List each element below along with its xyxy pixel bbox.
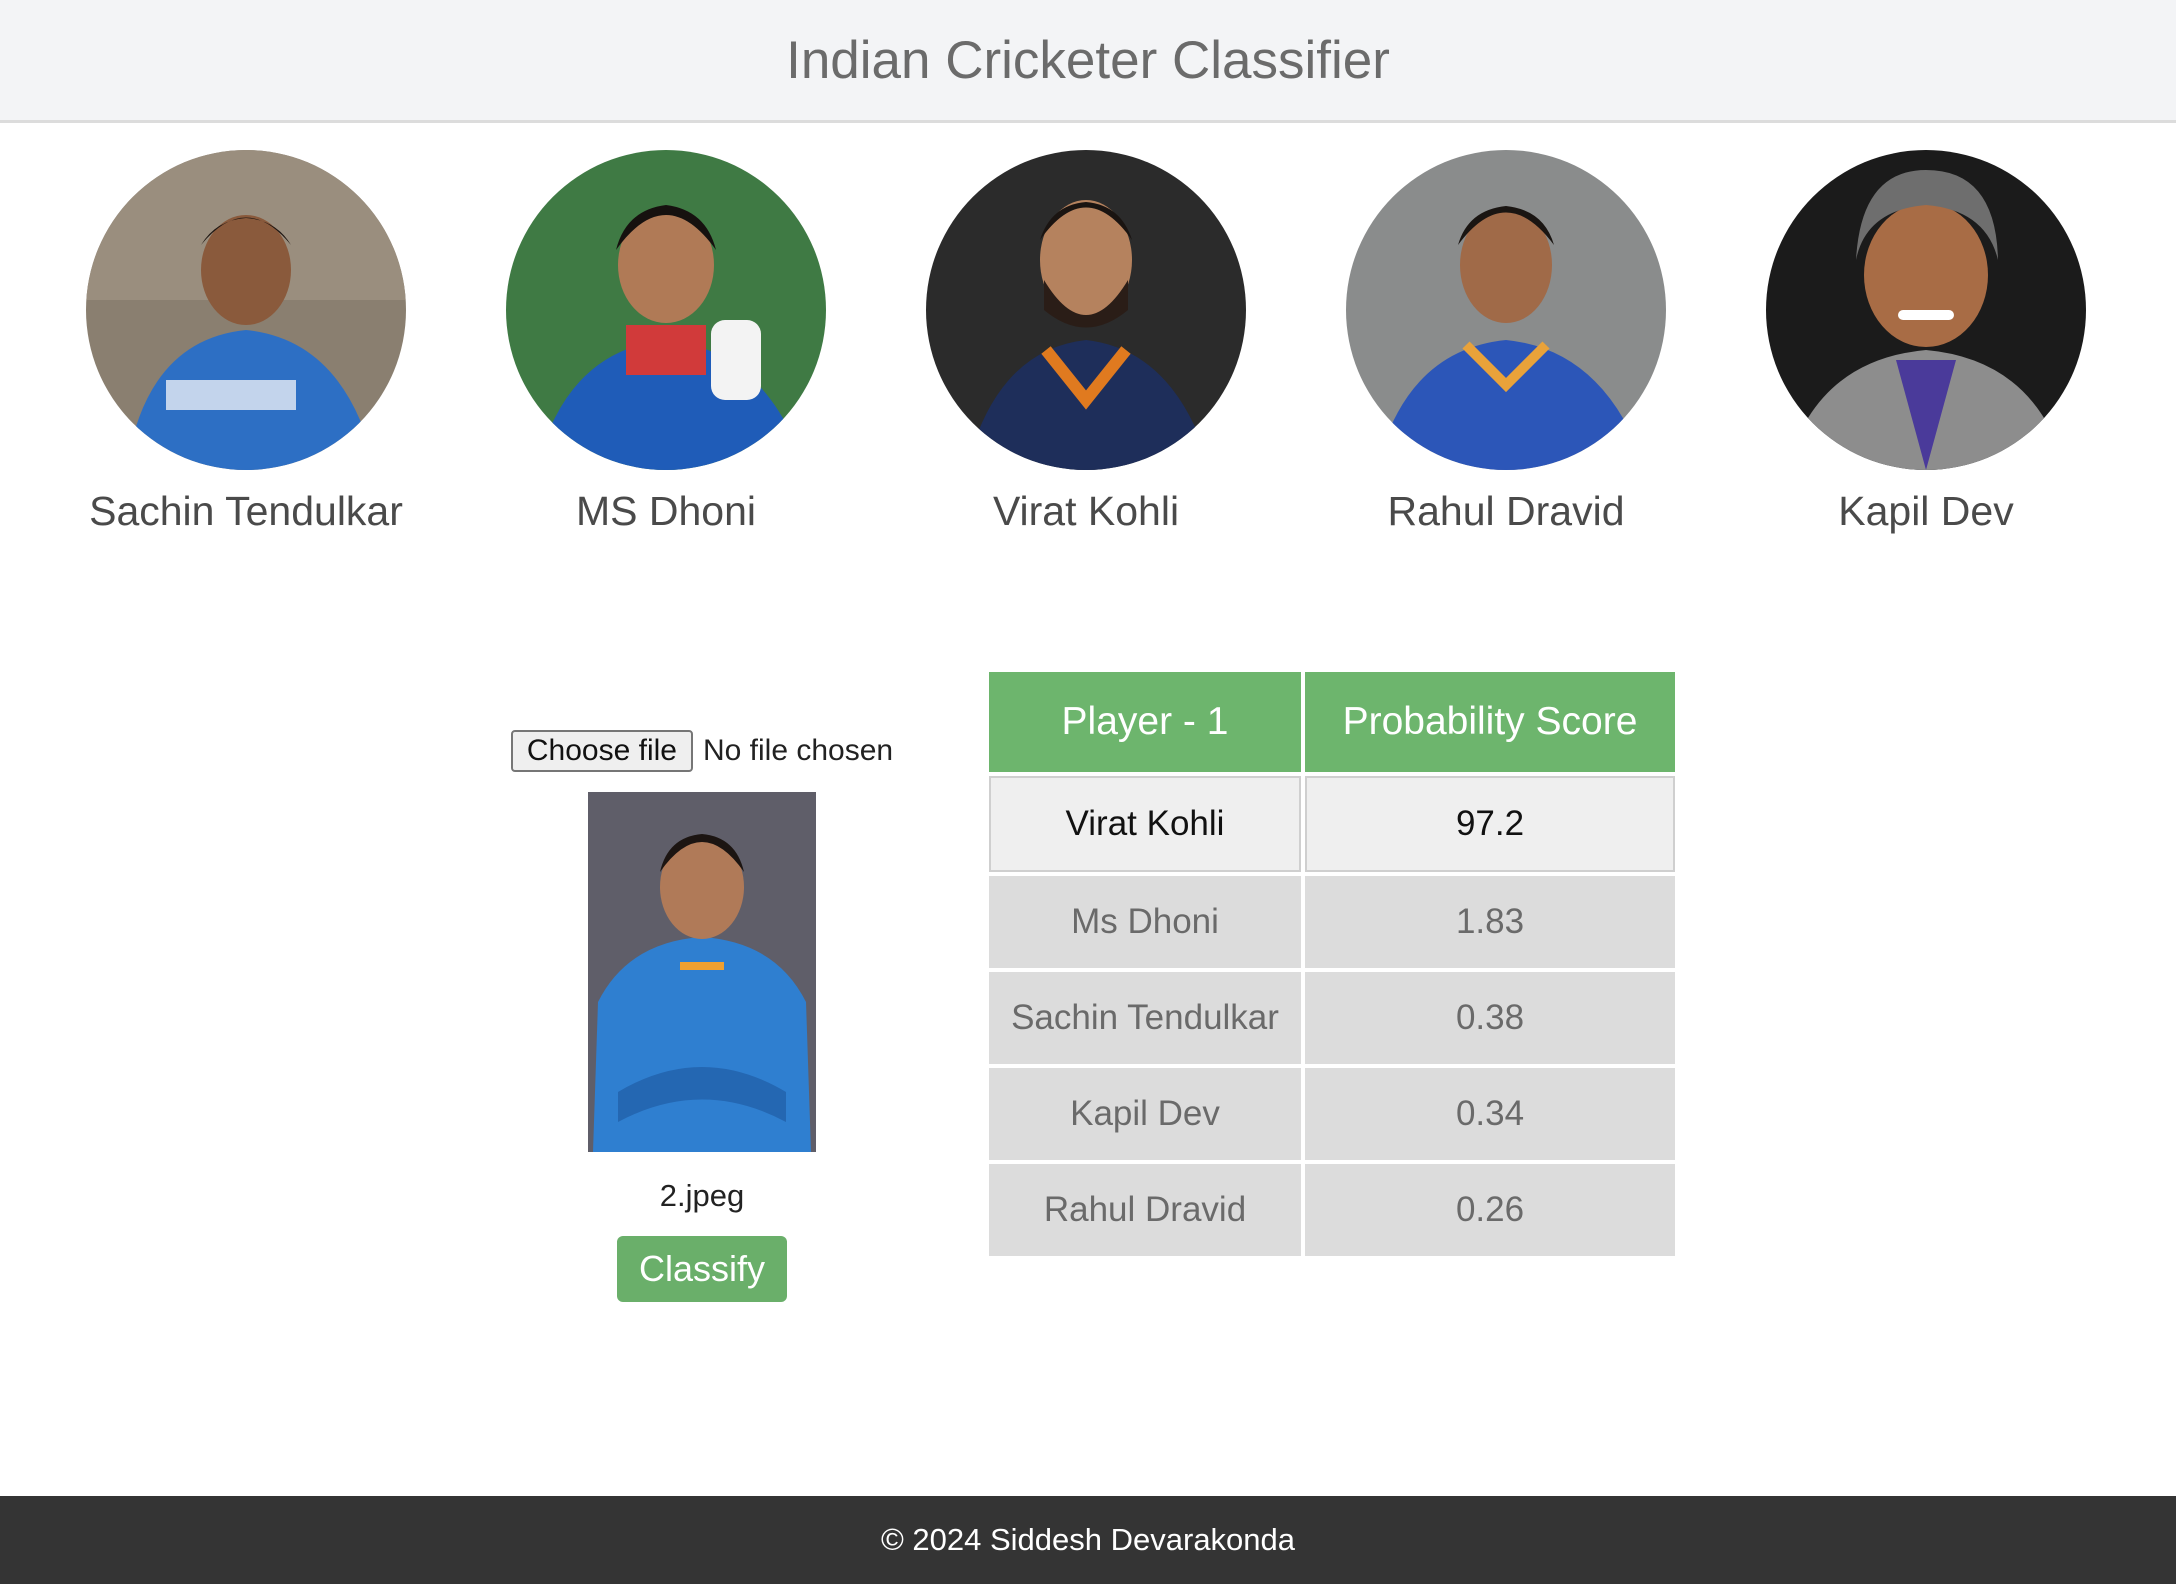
player-photo-sachin: [86, 150, 406, 470]
player-name: Virat Kohli: [992, 488, 1180, 534]
player-cell: Rahul Dravid: [989, 1164, 1301, 1256]
page-footer: © 2024 Siddesh Devarakonda: [0, 1496, 2176, 1584]
player-photo-kapil: [1766, 150, 2086, 470]
classify-button[interactable]: Classify: [616, 1236, 788, 1302]
player-name: Sachin Tendulkar: [89, 488, 403, 534]
player-photo-dravid: [1346, 150, 1666, 470]
table-row: Rahul Dravid 0.26: [989, 1164, 1675, 1256]
choose-file-button[interactable]: Choose file: [510, 730, 693, 772]
file-status: No file chosen: [702, 734, 894, 767]
player-name: MS Dhoni: [575, 488, 756, 534]
player-photo-kohli: [926, 150, 1246, 470]
file-input[interactable]: Choose file No file chosen: [510, 730, 894, 772]
score-cell: 0.38: [1305, 972, 1675, 1064]
upload-panel: Choose file No file chosen 2.jpeg Classi…: [490, 730, 914, 1302]
score-cell: 1.83: [1305, 876, 1675, 968]
results-table: Player - 1 Probability Score Virat Kohli…: [985, 668, 1679, 1260]
player-card-kapil: Kapil Dev: [1716, 150, 2136, 535]
player-card-sachin: Sachin Tendulkar: [36, 150, 456, 535]
table-row: Sachin Tendulkar 0.38: [989, 972, 1675, 1064]
uploaded-file-name: 2.jpeg: [659, 1178, 745, 1213]
app-header: Indian Cricketer Classifier: [0, 0, 2176, 123]
table-row: Virat Kohli 97.2: [989, 776, 1675, 872]
score-cell: 97.2: [1305, 776, 1675, 872]
column-header-player: Player - 1: [989, 672, 1301, 772]
player-card-dravid: Rahul Dravid: [1296, 150, 1716, 535]
score-cell: 0.34: [1305, 1068, 1675, 1160]
results-table-container: Player - 1 Probability Score Virat Kohli…: [985, 668, 1679, 1260]
copyright-text: © 2024 Siddesh Devarakonda: [880, 1522, 1296, 1557]
player-cell: Kapil Dev: [989, 1068, 1301, 1160]
table-row: Ms Dhoni 1.83: [989, 876, 1675, 968]
uploaded-image-preview: [588, 792, 816, 1152]
player-name: Kapil Dev: [1838, 488, 2014, 534]
score-cell: 0.26: [1305, 1164, 1675, 1256]
player-photo-dhoni: [506, 150, 826, 470]
player-cell: Ms Dhoni: [989, 876, 1301, 968]
table-header-row: Player - 1 Probability Score: [989, 672, 1675, 772]
player-gallery: Sachin Tendulkar MS Dhoni Virat Kohli Ra…: [0, 150, 2176, 550]
player-cell: Virat Kohli: [989, 776, 1301, 872]
table-row: Kapil Dev 0.34: [989, 1068, 1675, 1160]
column-header-score: Probability Score: [1305, 672, 1675, 772]
player-card-kohli: Virat Kohli: [876, 150, 1296, 535]
player-card-dhoni: MS Dhoni: [456, 150, 876, 535]
page-title: Indian Cricketer Classifier: [786, 30, 1390, 90]
player-name: Rahul Dravid: [1387, 488, 1625, 534]
player-cell: Sachin Tendulkar: [989, 972, 1301, 1064]
